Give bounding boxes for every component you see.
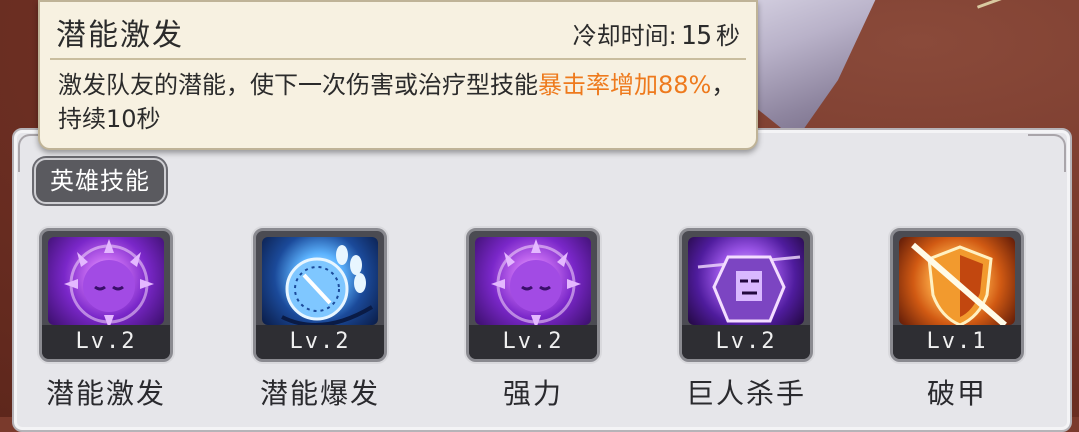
skill-level: Lv.2 xyxy=(256,325,384,359)
skill-frame: Lv.1 xyxy=(890,228,1024,362)
cooldown-label: 冷却时间: xyxy=(572,22,677,50)
tooltip-cooldown: 冷却时间: 15 秒 xyxy=(573,16,740,51)
skill-art xyxy=(48,237,164,329)
skill-art xyxy=(262,237,378,327)
section-tab-hero-skills: 英雄技能 xyxy=(34,158,166,204)
cooldown-value: 15 xyxy=(680,21,712,51)
skill-art xyxy=(899,237,1015,328)
skill-art xyxy=(475,237,591,329)
skill-name: 强力 xyxy=(502,377,563,410)
desc-prefix: 激发队友的潜能，使下一次伤害或治疗型技能 xyxy=(58,71,538,99)
sun-face-icon xyxy=(64,239,154,329)
skill-frame: Lv.2 xyxy=(466,228,600,362)
broken-shield-icon xyxy=(911,242,1007,328)
skill-level: Lv.1 xyxy=(893,325,1021,359)
skill-frame: Lv.2 xyxy=(253,228,387,362)
cooldown-unit: 秒 xyxy=(716,22,740,50)
skill-card-5[interactable]: Lv.1 xyxy=(890,228,1024,362)
skill-card-2[interactable]: Lv.2 xyxy=(253,228,387,362)
skill-card-1[interactable]: Lv.2 xyxy=(39,228,173,362)
tooltip-title: 潜能激发 xyxy=(56,18,184,53)
sun-face-icon xyxy=(491,239,581,329)
desc-highlight: 暴击率增加88% xyxy=(538,71,712,99)
skill-tooltip: 潜能激发 冷却时间: 15 秒 激发队友的潜能，使下一次伤害或治疗型技能暴击率增加8… xyxy=(38,0,758,150)
tooltip-divider xyxy=(50,58,746,60)
skill-frame: Lv.2 xyxy=(39,228,173,362)
panel-corner-ornament xyxy=(1028,134,1066,172)
golem-icon xyxy=(697,255,801,323)
skill-name: 潜能爆发 xyxy=(259,377,380,410)
tooltip-description: 激发队友的潜能，使下一次伤害或治疗型技能暴击率增加88%，持续10秒 xyxy=(58,68,748,136)
skill-art xyxy=(688,237,804,325)
skill-name: 破甲 xyxy=(926,377,987,410)
skill-frame: Lv.2 xyxy=(679,228,813,362)
skill-level: Lv.2 xyxy=(42,325,170,359)
skill-card-4[interactable]: Lv.2 xyxy=(679,228,813,362)
compass-claw-icon xyxy=(281,245,374,327)
skill-name: 巨人杀手 xyxy=(685,377,806,410)
skill-level: Lv.2 xyxy=(469,325,597,359)
skill-name: 潜能激发 xyxy=(45,377,166,410)
skill-card-3[interactable]: Lv.2 xyxy=(466,228,600,362)
skill-level: Lv.2 xyxy=(682,325,810,359)
